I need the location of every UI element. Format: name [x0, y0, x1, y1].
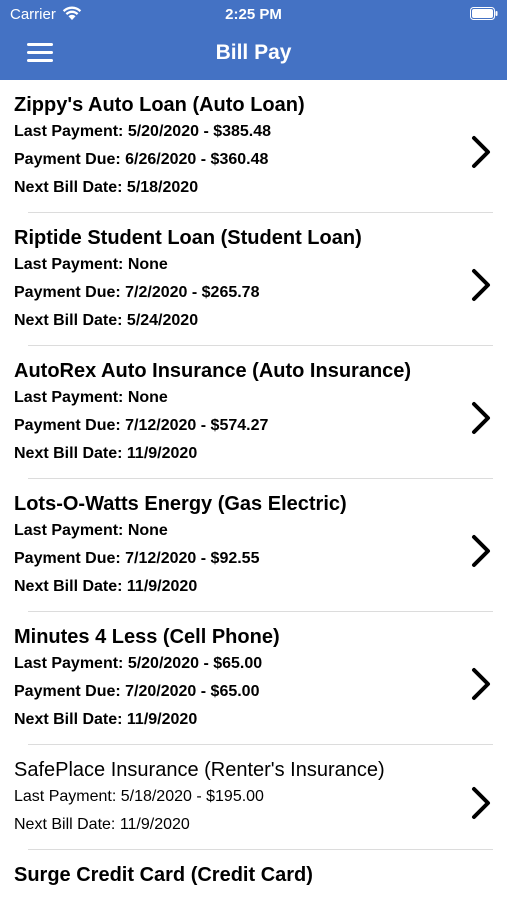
last-payment: Last Payment: 5/20/2020 - $385.48 — [14, 123, 272, 140]
bill-item-lots-o-watts-energy[interactable]: Lots-O-Watts Energy (Gas Electric) Last … — [0, 479, 507, 612]
bill-item-riptide-student-loan[interactable]: Riptide Student Loan (Student Loan) Last… — [0, 213, 507, 346]
last-payment: Last Payment: None — [14, 256, 168, 273]
next-bill-date: Next Bill Date: 11/9/2020 — [14, 578, 198, 595]
next-bill-date: Next Bill Date: 11/9/2020 — [14, 816, 190, 833]
page-title: Bill Pay — [215, 41, 292, 64]
last-payment: Last Payment: 5/18/2020 - $195.00 — [14, 788, 264, 805]
bill-title: Minutes 4 Less (Cell Phone) — [14, 626, 280, 648]
next-bill-date: Next Bill Date: 11/9/2020 — [14, 711, 198, 728]
status-time: 2:25 PM — [225, 6, 282, 23]
bill-title: SafePlace Insurance (Renter's Insurance) — [14, 759, 385, 781]
bill-item-autorex-auto-insurance[interactable]: AutoRex Auto Insurance (Auto Insurance) … — [0, 346, 507, 479]
last-payment: Last Payment: None — [14, 522, 168, 539]
next-bill-date: Next Bill Date: 11/9/2020 — [14, 445, 198, 462]
payment-due: Payment Due: 7/12/2020 - $574.27 — [14, 417, 269, 434]
bill-item-zippys-auto-loan[interactable]: Zippy's Auto Loan (Auto Loan) Last Payme… — [0, 80, 507, 213]
bill-title: Riptide Student Loan (Student Loan) — [14, 227, 362, 249]
last-payment: Last Payment: None — [14, 389, 168, 406]
payment-due: Payment Due: 7/2/2020 - $265.78 — [14, 284, 260, 301]
battery-icon — [470, 7, 498, 20]
bill-title: Lots-O-Watts Energy (Gas Electric) — [14, 493, 347, 515]
next-bill-date: Next Bill Date: 5/18/2020 — [14, 179, 199, 196]
last-payment: Last Payment: 5/20/2020 - $65.00 — [14, 655, 263, 672]
next-bill-date: Next Bill Date: 5/24/2020 — [14, 312, 199, 329]
chevron-right-icon — [472, 401, 490, 434]
chevron-right-icon — [472, 667, 490, 700]
payment-due: Payment Due: 6/26/2020 - $360.48 — [14, 151, 269, 168]
bill-title: Surge Credit Card (Credit Card) — [14, 864, 313, 886]
payment-due: Payment Due: 7/12/2020 - $92.55 — [14, 550, 260, 567]
bill-list: Zippy's Auto Loan (Auto Loan) Last Payme… — [0, 80, 507, 888]
chevron-right-icon — [472, 268, 490, 301]
bill-title: Zippy's Auto Loan (Auto Loan) — [14, 94, 305, 116]
bill-title: AutoRex Auto Insurance (Auto Insurance) — [14, 360, 412, 382]
nav-bar: Bill Pay — [0, 28, 507, 80]
chevron-right-icon — [472, 135, 490, 168]
status-bar: Carrier 2:25 PM — [0, 0, 507, 28]
payment-due: Payment Due: 7/20/2020 - $65.00 — [14, 683, 260, 700]
chevron-right-icon — [472, 786, 490, 819]
bill-item-minutes-4-less[interactable]: Minutes 4 Less (Cell Phone) Last Payment… — [0, 612, 507, 745]
app-header: Carrier 2:25 PM Bill Pay — [0, 0, 507, 80]
bill-item-safeplace-insurance[interactable]: SafePlace Insurance (Renter's Insurance)… — [0, 745, 507, 850]
chevron-right-icon — [472, 534, 490, 567]
bill-item-surge-credit-card[interactable]: Surge Credit Card (Credit Card) — [0, 850, 507, 888]
